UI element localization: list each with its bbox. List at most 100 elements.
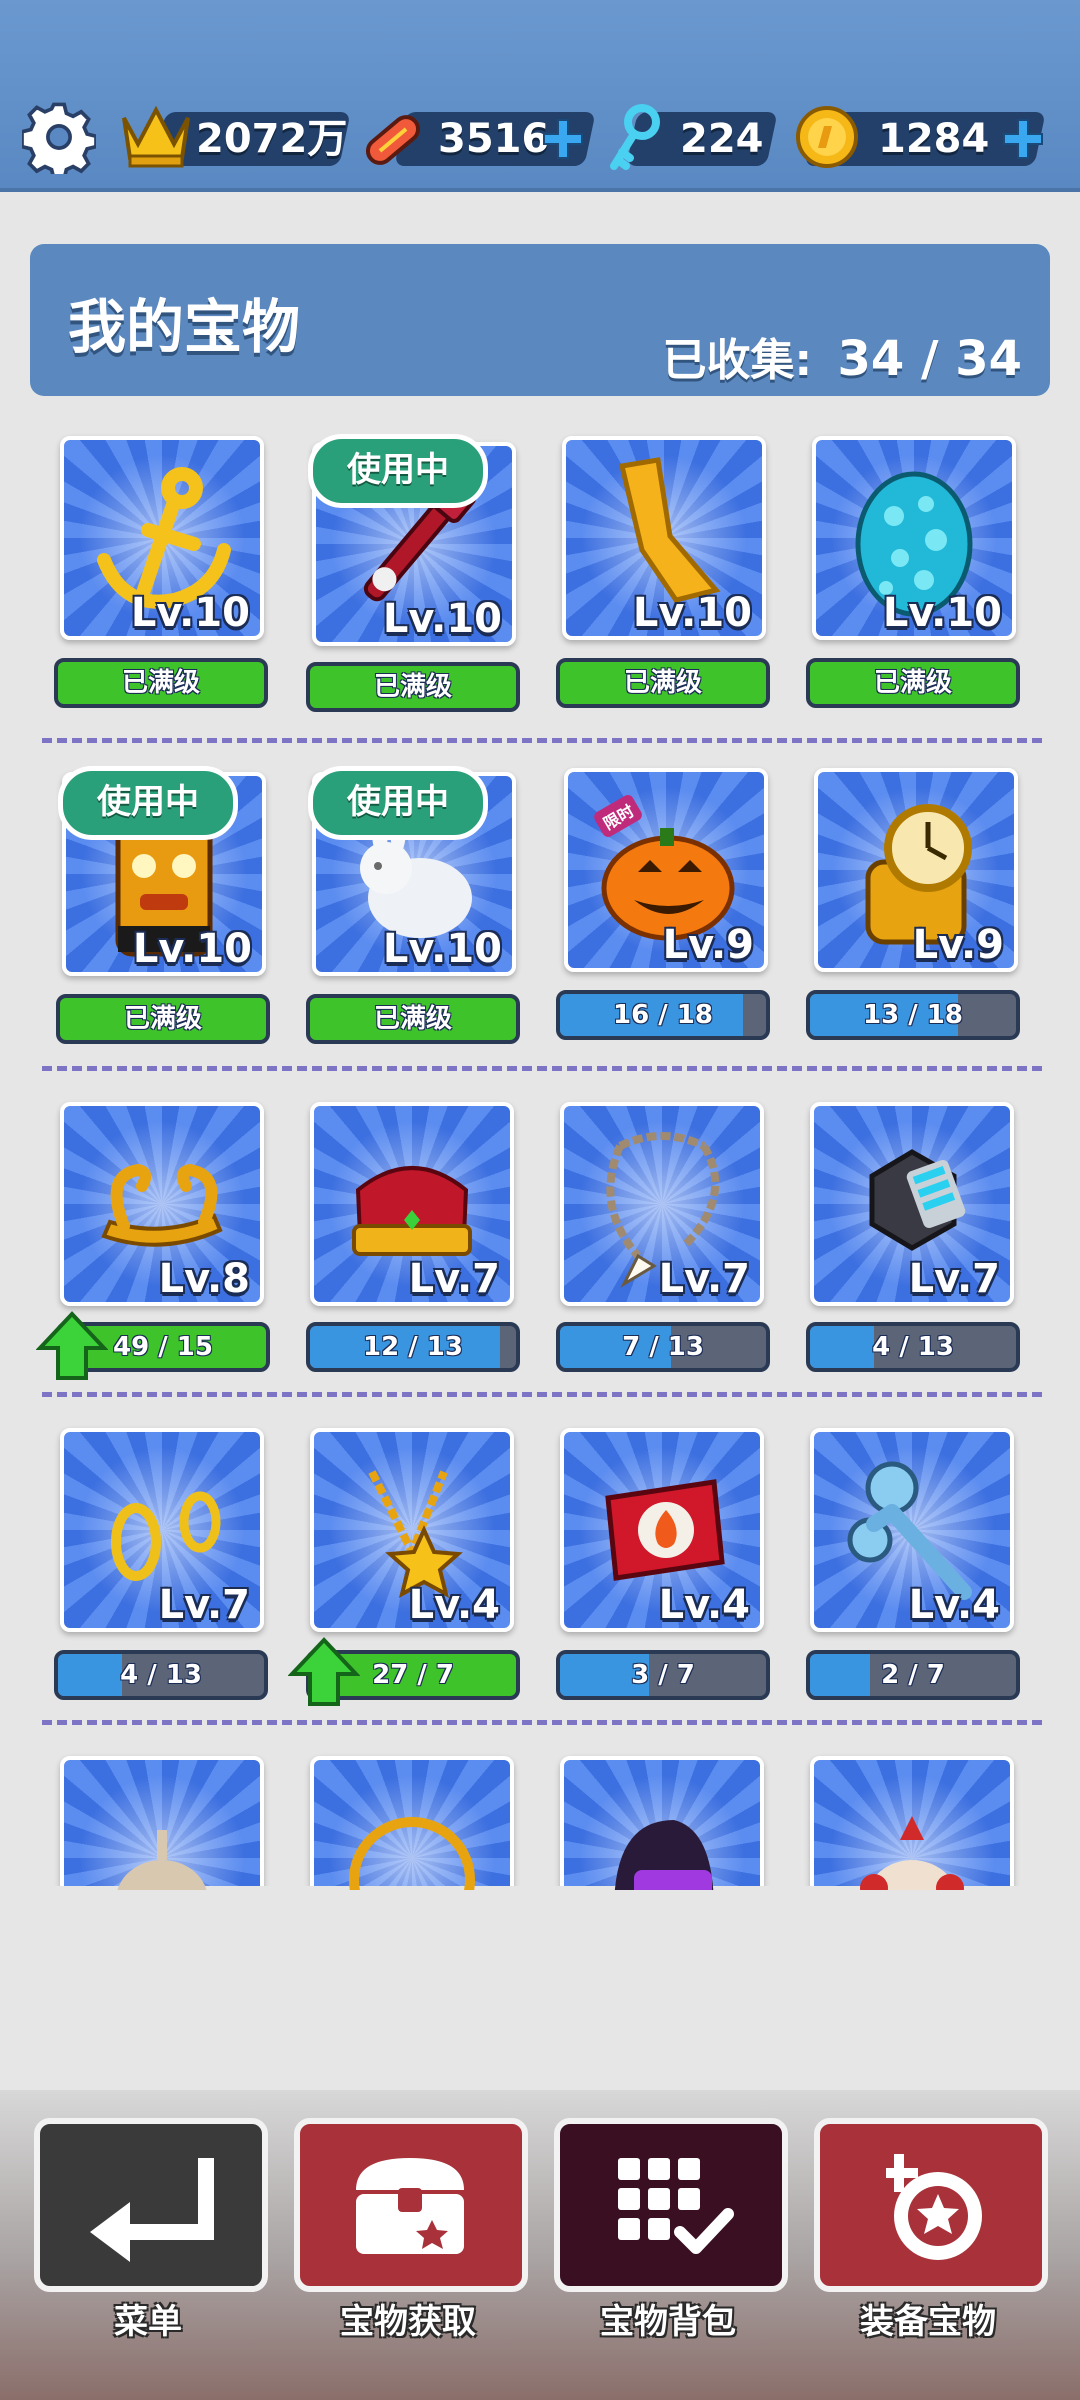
row-divider: [42, 1066, 1042, 1071]
treasure-card[interactable]: Lv.4: [810, 1428, 1014, 1632]
row-divider: [42, 1392, 1042, 1397]
level-label: Lv.7: [408, 1256, 500, 1302]
treasure-card[interactable]: Lv.10: [562, 436, 766, 640]
progress-bar: 4 / 13: [806, 1322, 1020, 1372]
menu-label: 菜单: [114, 2302, 182, 2342]
progress-text: 已满级: [373, 672, 452, 702]
treasure-card[interactable]: Lv.9: [814, 768, 1018, 972]
treasure-obtain-button[interactable]: [294, 2118, 528, 2292]
level-label: Lv.10: [130, 590, 250, 636]
settings-gear-icon[interactable]: [22, 100, 96, 174]
progress-bar: 12 / 13: [306, 1322, 520, 1372]
return-arrow-icon: [90, 2158, 214, 2262]
progress-text: 4 / 13: [872, 1332, 954, 1362]
progress-bar: 7 / 13: [556, 1322, 770, 1372]
treasure-card[interactable]: Lv.10: [812, 436, 1016, 640]
key-count: 224: [680, 116, 764, 162]
coin-count: 1284: [878, 116, 990, 162]
equip-treasure-button[interactable]: [814, 2118, 1048, 2292]
treasure-card[interactable]: Lv.7: [60, 1428, 264, 1632]
helmet-icon: [614, 1820, 714, 1890]
crown-icon: [122, 105, 190, 168]
coin-icon: [796, 106, 858, 168]
progress-text: 16 / 18: [613, 1000, 713, 1030]
level-label: Lv.7: [908, 1256, 1000, 1302]
progress-bar: 已满级: [54, 658, 268, 708]
crown-count: 2072万: [196, 116, 348, 162]
row-divider: [42, 738, 1042, 743]
treasure-backpack-label: 宝物背包: [600, 2302, 736, 2342]
progress-bar: 13 / 18: [806, 990, 1020, 1040]
level-label: Lv.4: [908, 1582, 1000, 1628]
treasure-card[interactable]: 限时 Lv.9: [564, 768, 768, 972]
progress-text: 13 / 18: [863, 1000, 963, 1030]
add-boards-plus-icon[interactable]: [540, 116, 586, 162]
progress-bar: 已满级: [806, 658, 1020, 708]
in-use-badge: 使用中: [58, 766, 238, 840]
level-label: Lv.10: [382, 596, 502, 642]
level-label: Lv.10: [132, 926, 252, 972]
treasure-card[interactable]: [60, 1756, 264, 1890]
add-coins-plus-icon[interactable]: [1000, 116, 1046, 162]
level-label: Lv.8: [158, 1256, 250, 1302]
treasure-grid: Lv.10 已满级 Lv.10 使用中 已满级 Lv.10 已满级 Lv.10 …: [0, 430, 1080, 1890]
treasure-obtain-label: 宝物获取: [340, 2302, 476, 2342]
treasure-card[interactable]: Lv.8: [60, 1102, 264, 1306]
level-label: Lv.10: [382, 926, 502, 972]
level-label: Lv.4: [408, 1582, 500, 1628]
golden-ring-icon: [349, 1817, 475, 1890]
progress-text: 已满级: [123, 1004, 202, 1034]
progress-text: 已满级: [373, 1004, 452, 1034]
progress-bar: 16 / 18: [556, 990, 770, 1040]
hoverboard-icon: [365, 115, 421, 165]
level-label: Lv.9: [662, 922, 754, 968]
collected-count: 已收集: 34 / 34: [663, 324, 1022, 388]
progress-bar: 已满级: [306, 662, 520, 712]
sack-icon: [117, 1830, 207, 1890]
key-icon: [610, 104, 660, 170]
equip-treasure-label: 装备宝物: [860, 2302, 996, 2342]
treasure-card[interactable]: Lv.4: [560, 1428, 764, 1632]
progress-text: 3 / 7: [631, 1660, 695, 1690]
board-count: 3516: [438, 116, 550, 162]
progress-text: 已满级: [121, 668, 200, 698]
treasure-card[interactable]: + +: [810, 1756, 1014, 1890]
progress-text: 已满级: [623, 668, 702, 698]
progress-text: 2 / 7: [881, 1660, 945, 1690]
treasure-card[interactable]: [310, 1756, 514, 1890]
treasure-card[interactable]: Lv.10: [60, 436, 264, 640]
level-label: Lv.9: [912, 922, 1004, 968]
in-use-badge: 使用中: [308, 766, 488, 840]
page-title: 我的宝物: [68, 293, 301, 361]
menu-button[interactable]: [34, 2118, 268, 2292]
treasure-card[interactable]: Lv.7: [810, 1102, 1014, 1306]
row-divider: [42, 1720, 1042, 1725]
progress-text: 7 / 13: [622, 1332, 704, 1362]
collected-label: 已收集:: [662, 335, 813, 386]
progress-text: 12 / 13: [363, 1332, 463, 1362]
upgrade-arrow-icon[interactable]: [36, 1310, 108, 1382]
level-label: Lv.10: [882, 590, 1002, 636]
progress-bar: 已满级: [56, 994, 270, 1044]
progress-text: 4 / 13: [120, 1660, 202, 1690]
level-label: Lv.7: [658, 1256, 750, 1302]
grid-check-icon: [618, 2158, 734, 2254]
treasure-chest-icon: [356, 2158, 464, 2254]
progress-bar: 4 / 13: [54, 1650, 268, 1700]
treasure-card[interactable]: Lv.4: [310, 1428, 514, 1632]
equip-badge-icon: [886, 2154, 982, 2260]
clown-icon: + +: [860, 1816, 964, 1890]
treasure-card[interactable]: Lv.7: [310, 1102, 514, 1306]
collected-value: 34 / 34: [837, 331, 1022, 387]
progress-bar: 已满级: [556, 658, 770, 708]
upgrade-arrow-icon[interactable]: [288, 1636, 360, 1708]
treasure-card[interactable]: Lv.7: [560, 1102, 764, 1306]
level-label: Lv.4: [658, 1582, 750, 1628]
treasure-card[interactable]: [560, 1756, 764, 1890]
progress-bar: 已满级: [306, 994, 520, 1044]
progress-bar: 3 / 7: [556, 1650, 770, 1700]
progress-text: 已满级: [873, 668, 952, 698]
level-label: Lv.10: [632, 590, 752, 636]
progress-bar: 2 / 7: [806, 1650, 1020, 1700]
treasure-backpack-button[interactable]: [554, 2118, 788, 2292]
